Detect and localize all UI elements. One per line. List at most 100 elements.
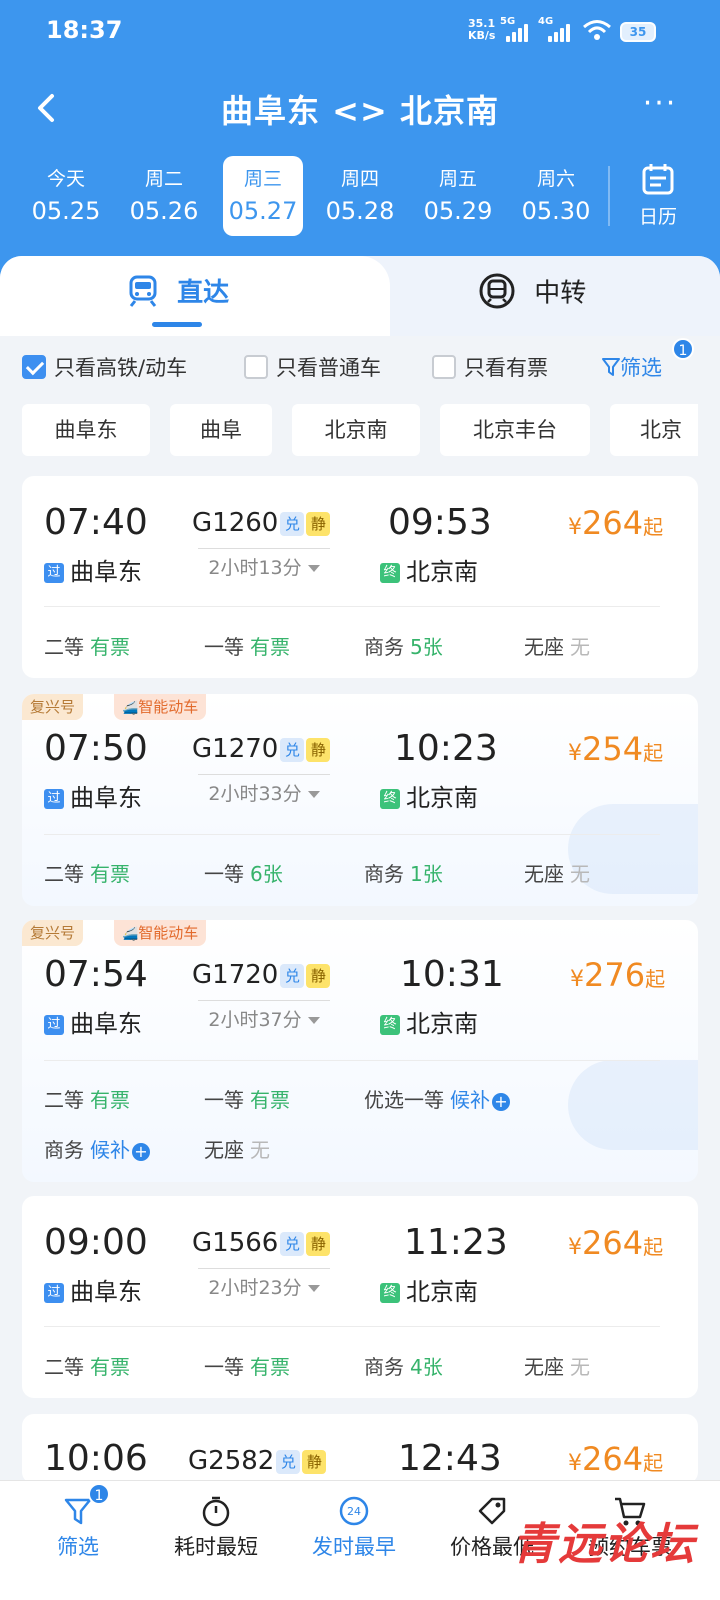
date-item[interactable]: 周二 05.26 xyxy=(124,156,204,236)
seat-waitlist[interactable]: 商务 候补 + xyxy=(44,1134,150,1163)
departure-station: 过曲阜东 xyxy=(44,778,142,813)
duration-toggle[interactable]: 2小时33分 xyxy=(198,774,330,806)
seat-availability: 二等 有票 xyxy=(44,1088,130,1112)
train-number: G1260 兑静 xyxy=(192,508,331,538)
exchange-badge: 兑 xyxy=(280,963,305,988)
route-title[interactable]: 曲阜东 <> 北京南 xyxy=(0,86,720,132)
available-only-checkbox[interactable]: 只看有票 xyxy=(432,352,548,382)
station-chip[interactable]: 北京丰台 xyxy=(440,404,590,456)
calendar-button[interactable]: 日历 xyxy=(618,162,698,229)
seat-waitlist[interactable]: 优选一等 候补 + xyxy=(364,1084,510,1113)
seat-availability: 无座无 xyxy=(524,862,590,886)
seat-availability: 二等 有票 xyxy=(44,635,130,659)
transfer-train-icon xyxy=(479,273,515,309)
tab-transfer[interactable]: 中转 xyxy=(478,272,586,322)
duration-toggle[interactable]: 2小时23分 xyxy=(198,1268,330,1300)
quick-filters: 只看高铁/动车 只看普通车 只看有票 筛选 1 xyxy=(0,338,720,392)
departure-station: 过曲阜东 xyxy=(44,1004,142,1039)
train-card[interactable]: 09:00 G1566 兑静 2小时23分 11:23 ¥264起 过曲阜东 终北… xyxy=(22,1196,698,1398)
terminal-icon: 终 xyxy=(380,1283,400,1303)
station-chip[interactable]: 曲阜东 xyxy=(22,404,150,456)
arrival-time: 10:23 xyxy=(394,728,498,769)
date-item[interactable]: 周六 05.30 xyxy=(516,156,596,236)
seat-availability: 无座无 xyxy=(524,1355,590,1379)
divider xyxy=(44,606,660,607)
exchange-badge: 兑 xyxy=(280,511,305,536)
arrival-station: 终北京南 xyxy=(380,1004,478,1039)
seat-availability: 商务 5张 xyxy=(364,635,443,659)
price: ¥254起 xyxy=(568,730,664,768)
date-item[interactable]: 今天 05.25 xyxy=(26,156,106,236)
date-item-selected[interactable]: 周三 05.27 xyxy=(223,156,303,236)
arrival-time: 12:43 xyxy=(398,1438,502,1479)
train-card[interactable]: 复兴号 🚄智能动车 07:54 G1720 兑静 2小时37分 10:31 ¥27… xyxy=(22,920,698,1182)
smart-emu-tag: 🚄智能动车 xyxy=(114,920,207,946)
high-speed-only-checkbox[interactable]: 只看高铁/动车 xyxy=(22,352,187,382)
date-item[interactable]: 周五 05.29 xyxy=(418,156,498,236)
date-item[interactable]: 周四 05.28 xyxy=(320,156,400,236)
filter-button[interactable]: 筛选 1 xyxy=(602,338,694,382)
price: ¥264起 xyxy=(568,504,664,542)
seat-availability: 一等 有票 xyxy=(204,1355,290,1379)
seat-availability: 二等 有票 xyxy=(44,862,130,886)
stopwatch-icon xyxy=(202,1496,230,1527)
seat-availability: 无座无 xyxy=(524,635,590,659)
divider xyxy=(44,834,660,835)
train-number: G2582 兑静 xyxy=(188,1446,327,1476)
bottom-filter-button[interactable]: 1 筛选 xyxy=(8,1483,148,1561)
sort-shortest-button[interactable]: 耗时最短 xyxy=(146,1491,286,1561)
more-menu-button[interactable]: ··· xyxy=(638,89,682,124)
checkbox-icon xyxy=(432,355,456,379)
seat-availability: 商务 1张 xyxy=(364,862,443,886)
funnel-icon xyxy=(602,358,620,376)
quiet-car-badge: 静 xyxy=(306,963,331,988)
nav-bar: 曲阜东 <> 北京南 ··· xyxy=(0,70,720,150)
seat-availability: 一等 6张 xyxy=(204,862,283,886)
chevron-down-icon xyxy=(307,791,320,798)
train-number: G1270 兑静 xyxy=(192,734,331,764)
arrival-time: 09:53 xyxy=(388,502,492,543)
tab-direct[interactable]: 直达 xyxy=(128,272,229,322)
quiet-car-badge: 静 xyxy=(306,511,331,536)
seat-availability: 无座无 xyxy=(204,1138,270,1162)
network-speed: 35.1 KB/s xyxy=(468,17,496,42)
divider xyxy=(44,1060,660,1061)
terminal-icon: 终 xyxy=(380,1015,400,1035)
pass-through-icon: 过 xyxy=(44,1015,64,1035)
normal-train-only-checkbox[interactable]: 只看普通车 xyxy=(244,352,381,382)
date-selector: 今天 05.25 周二 05.26 周三 05.27 周四 05.28 周五 0… xyxy=(0,152,720,242)
departure-time: 07:40 xyxy=(44,502,148,543)
station-chip[interactable]: 北京 xyxy=(610,404,698,456)
filter-count-badge: 1 xyxy=(672,338,694,360)
exchange-badge: 兑 xyxy=(280,1231,305,1256)
departure-time: 10:06 xyxy=(44,1438,148,1479)
train-card[interactable]: 07:40 G1260 兑静 2小时13分 09:53 ¥264起 过曲阜东 终北… xyxy=(22,476,698,678)
chevron-down-icon xyxy=(307,1285,320,1292)
station-chip[interactable]: 北京南 xyxy=(292,404,420,456)
status-time: 18:37 xyxy=(46,16,123,44)
train-number: G1720 兑静 xyxy=(192,960,331,990)
train-card[interactable]: 10:06 G2582 兑静 12:43 ¥264起 xyxy=(22,1414,698,1484)
train-card[interactable]: 复兴号 🚄智能动车 07:50 G1270 兑静 2小时33分 10:23 ¥25… xyxy=(22,694,698,906)
station-chip[interactable]: 曲阜 xyxy=(170,404,272,456)
duration-toggle[interactable]: 2小时13分 xyxy=(198,548,330,580)
departure-station: 过曲阜东 xyxy=(44,1272,142,1307)
train-number: G1566 兑静 xyxy=(192,1228,331,1258)
pass-through-icon: 过 xyxy=(44,1283,64,1303)
fuxing-tag: 复兴号 xyxy=(22,920,84,946)
sim1-label: 5G xyxy=(500,16,516,27)
seat-availability: 一等 有票 xyxy=(204,635,290,659)
tab-underline xyxy=(152,322,202,327)
sort-earliest-button[interactable]: 24 发时最早 xyxy=(284,1491,424,1561)
clock-24-icon: 24 xyxy=(339,1496,369,1526)
arrival-time: 10:31 xyxy=(400,954,504,995)
train-icon: 🚄 xyxy=(122,927,139,942)
divider xyxy=(608,166,610,226)
seat-availability: 商务 4张 xyxy=(364,1355,443,1379)
seat-availability: 一等 有票 xyxy=(204,1088,290,1112)
seat-availability: 二等 有票 xyxy=(44,1355,130,1379)
quiet-car-badge: 静 xyxy=(302,1449,327,1474)
sim2-label: 4G xyxy=(538,16,554,27)
duration-toggle[interactable]: 2小时37分 xyxy=(198,1000,330,1032)
checkbox-icon xyxy=(244,355,268,379)
